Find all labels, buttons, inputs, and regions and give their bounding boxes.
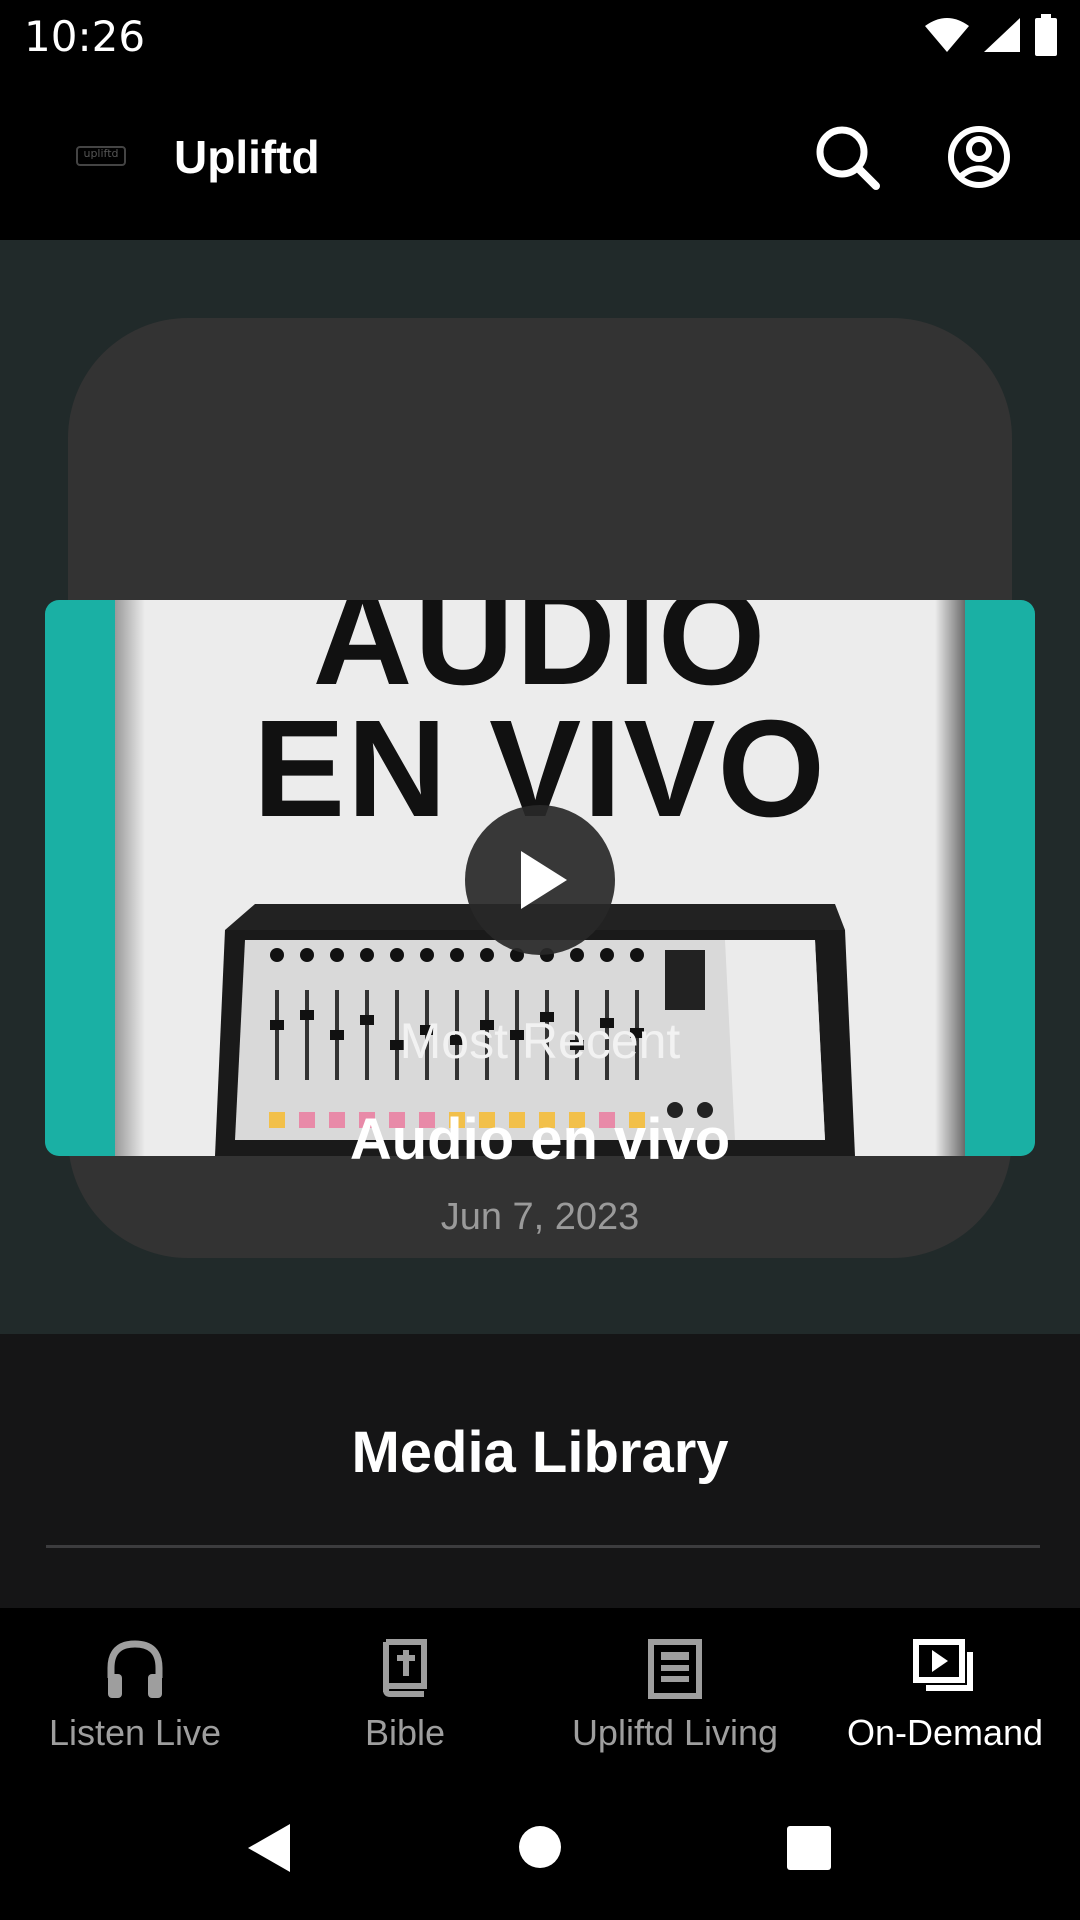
video-library-icon	[913, 1639, 973, 1691]
play-icon	[521, 851, 567, 909]
media-library-section: Media Library	[0, 1334, 1080, 1608]
app-title: Upliftd	[174, 131, 320, 183]
media-library-title: Media Library	[351, 1420, 729, 1485]
nav-item-on-demand[interactable]: On-Demand	[810, 1608, 1080, 1780]
headphones-icon	[107, 1640, 163, 1698]
episode-title[interactable]: Audio en vivo	[0, 1106, 1080, 1173]
nav-item-bible[interactable]: Bible	[270, 1608, 540, 1780]
app-logo-text: upliftd	[83, 147, 119, 160]
signal-icon	[984, 18, 1020, 52]
search-icon	[816, 126, 880, 190]
battery-icon	[1035, 14, 1057, 56]
status-bar: 10:26	[0, 0, 1080, 72]
episode-date: Jun 7, 2023	[440, 1196, 640, 1238]
search-button[interactable]	[812, 122, 882, 192]
status-icons	[924, 14, 1058, 56]
account-button[interactable]	[944, 122, 1014, 192]
nav-label-on-demand: On-Demand	[846, 1712, 1044, 1753]
wifi-icon	[925, 18, 969, 52]
system-navigation-bar	[0, 1780, 1080, 1920]
back-icon[interactable]	[244, 1822, 292, 1874]
account-icon	[948, 126, 1010, 188]
recents-icon[interactable]	[786, 1825, 832, 1871]
status-time: 10:26	[24, 12, 146, 61]
bible-icon	[382, 1639, 427, 1697]
home-icon[interactable]	[518, 1825, 562, 1869]
most-recent-label: Most Recent	[399, 1013, 681, 1069]
divider	[46, 1545, 1040, 1548]
bottom-navigation: Listen Live Bible Upliftd Living On-Dema…	[0, 1608, 1080, 1780]
nav-label-listen-live: Listen Live	[48, 1712, 222, 1753]
nav-item-upliftd-living[interactable]: Upliftd Living	[540, 1608, 810, 1780]
app-bar	[0, 72, 1080, 240]
nav-label-bible: Bible	[364, 1712, 446, 1753]
nav-label-upliftd-living: Upliftd Living	[571, 1712, 779, 1753]
play-button[interactable]	[465, 805, 615, 955]
nav-item-listen-live[interactable]: Listen Live	[0, 1608, 270, 1780]
article-icon	[648, 1639, 702, 1699]
